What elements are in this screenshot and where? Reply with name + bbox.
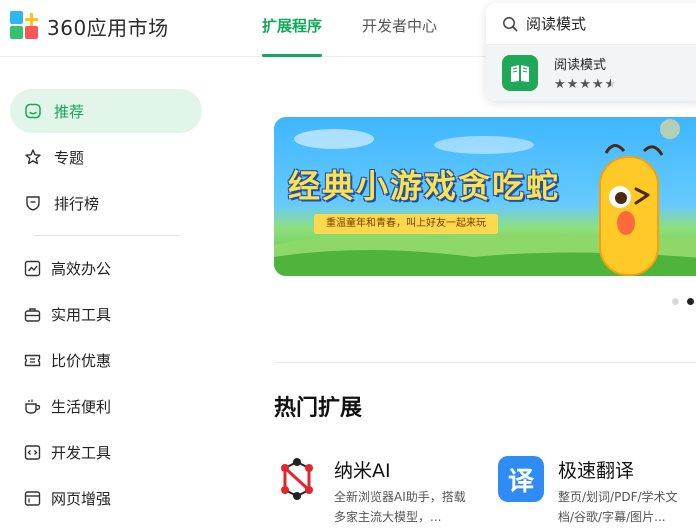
translate-icon: 译 [498,456,544,502]
search-input[interactable] [526,14,696,33]
section-divider [274,362,696,363]
search-icon [503,16,518,31]
book-icon [502,55,538,91]
top-nav: 扩展程序 开发者中心 [262,0,477,57]
sidebar-item-web-enhance[interactable]: 网页增强 [10,476,202,520]
sidebar-divider [34,235,180,236]
banner-title: 经典小游戏贪吃蛇 [288,167,561,205]
card-desc: 整页/划词/PDF/学术文档/谷歌/字幕/图片... [558,490,678,524]
search-bar [486,3,696,45]
sidebar-item-recommend[interactable]: 推荐 [10,89,202,133]
sidebar-item-life[interactable]: 生活便利 [10,384,202,428]
browser-icon [24,490,41,506]
rating-stars: ★★★★★★ [554,77,618,92]
sidebar-item-label: 生活便利 [51,397,112,416]
sidebar-item-label: 比价优惠 [51,351,112,370]
sidebar-item-deals[interactable]: 比价优惠 [10,338,202,382]
card-desc: 全新浏览器AI助手，搭载多家主流大模型，... [334,490,466,524]
carousel-dot-active[interactable] [687,298,694,305]
carousel-dots [672,298,696,305]
banner-subtitle: 重温童年和青春，叫上好友一起来玩 [314,214,498,234]
nami-ai-icon [274,456,320,502]
sidebar-item-office[interactable]: 高效办公 [10,246,202,290]
tab-extensions[interactable]: 扩展程序 [262,0,323,57]
extension-card-nami-ai[interactable]: 纳米AI 全新浏览器AI助手，搭载多家主流大模型，... [274,452,484,532]
extension-card-fast-translate[interactable]: 译 极速翻译 整页/划词/PDF/学术文档/谷歌/字幕/图片... [498,452,696,532]
card-name: 极速翻译 [558,460,635,482]
home-icon [25,103,41,119]
shield-icon [26,196,40,211]
suggestion-name: 阅读模式 [554,58,607,73]
toolbox-icon [24,307,41,322]
logo-mark-icon [10,11,40,41]
chart-icon [24,260,41,276]
coupon-icon [24,354,41,366]
sidebar-item-label: 开发工具 [51,443,112,462]
sidebar-item-topics[interactable]: 专题 [10,135,202,179]
sidebar-item-label: 推荐 [54,102,85,121]
search-suggestion-item[interactable]: 阅读模式 ★★★★★★ [486,45,696,101]
section-title: 热门扩展 [274,396,363,421]
promo-banner[interactable]: 经典小游戏贪吃蛇 重温童年和青春，叫上好友一起来玩 [274,117,696,276]
sidebar-item-label: 排行榜 [54,194,100,213]
code-icon [24,444,41,460]
sidebar-item-dev-tools[interactable]: 开发工具 [10,430,202,474]
sidebar-item-ranking[interactable]: 排行榜 [10,181,202,225]
search-dropdown: 阅读模式 ★★★★★★ [486,3,696,101]
cup-icon [25,399,41,414]
logo-text: 360应用市场 [47,15,169,40]
sidebar-item-label: 实用工具 [51,305,112,324]
sidebar-item-label: 网页增强 [51,489,112,508]
carousel-dot[interactable] [672,298,679,305]
tab-developer-center[interactable]: 开发者中心 [362,0,437,57]
translate-glyph: 译 [507,466,534,497]
sidebar-item-tools[interactable]: 实用工具 [10,292,202,336]
card-name: 纳米AI [334,460,391,482]
sidebar: 推荐 专题 排行榜 高效办公 实用工具 比价优惠 生活便利 开发工具 网页增强 [0,57,220,532]
sidebar-item-label: 高效办公 [51,259,112,278]
star-icon [25,149,41,165]
sidebar-item-label: 专题 [54,148,85,167]
app-logo[interactable]: 360应用市场 [10,11,169,41]
